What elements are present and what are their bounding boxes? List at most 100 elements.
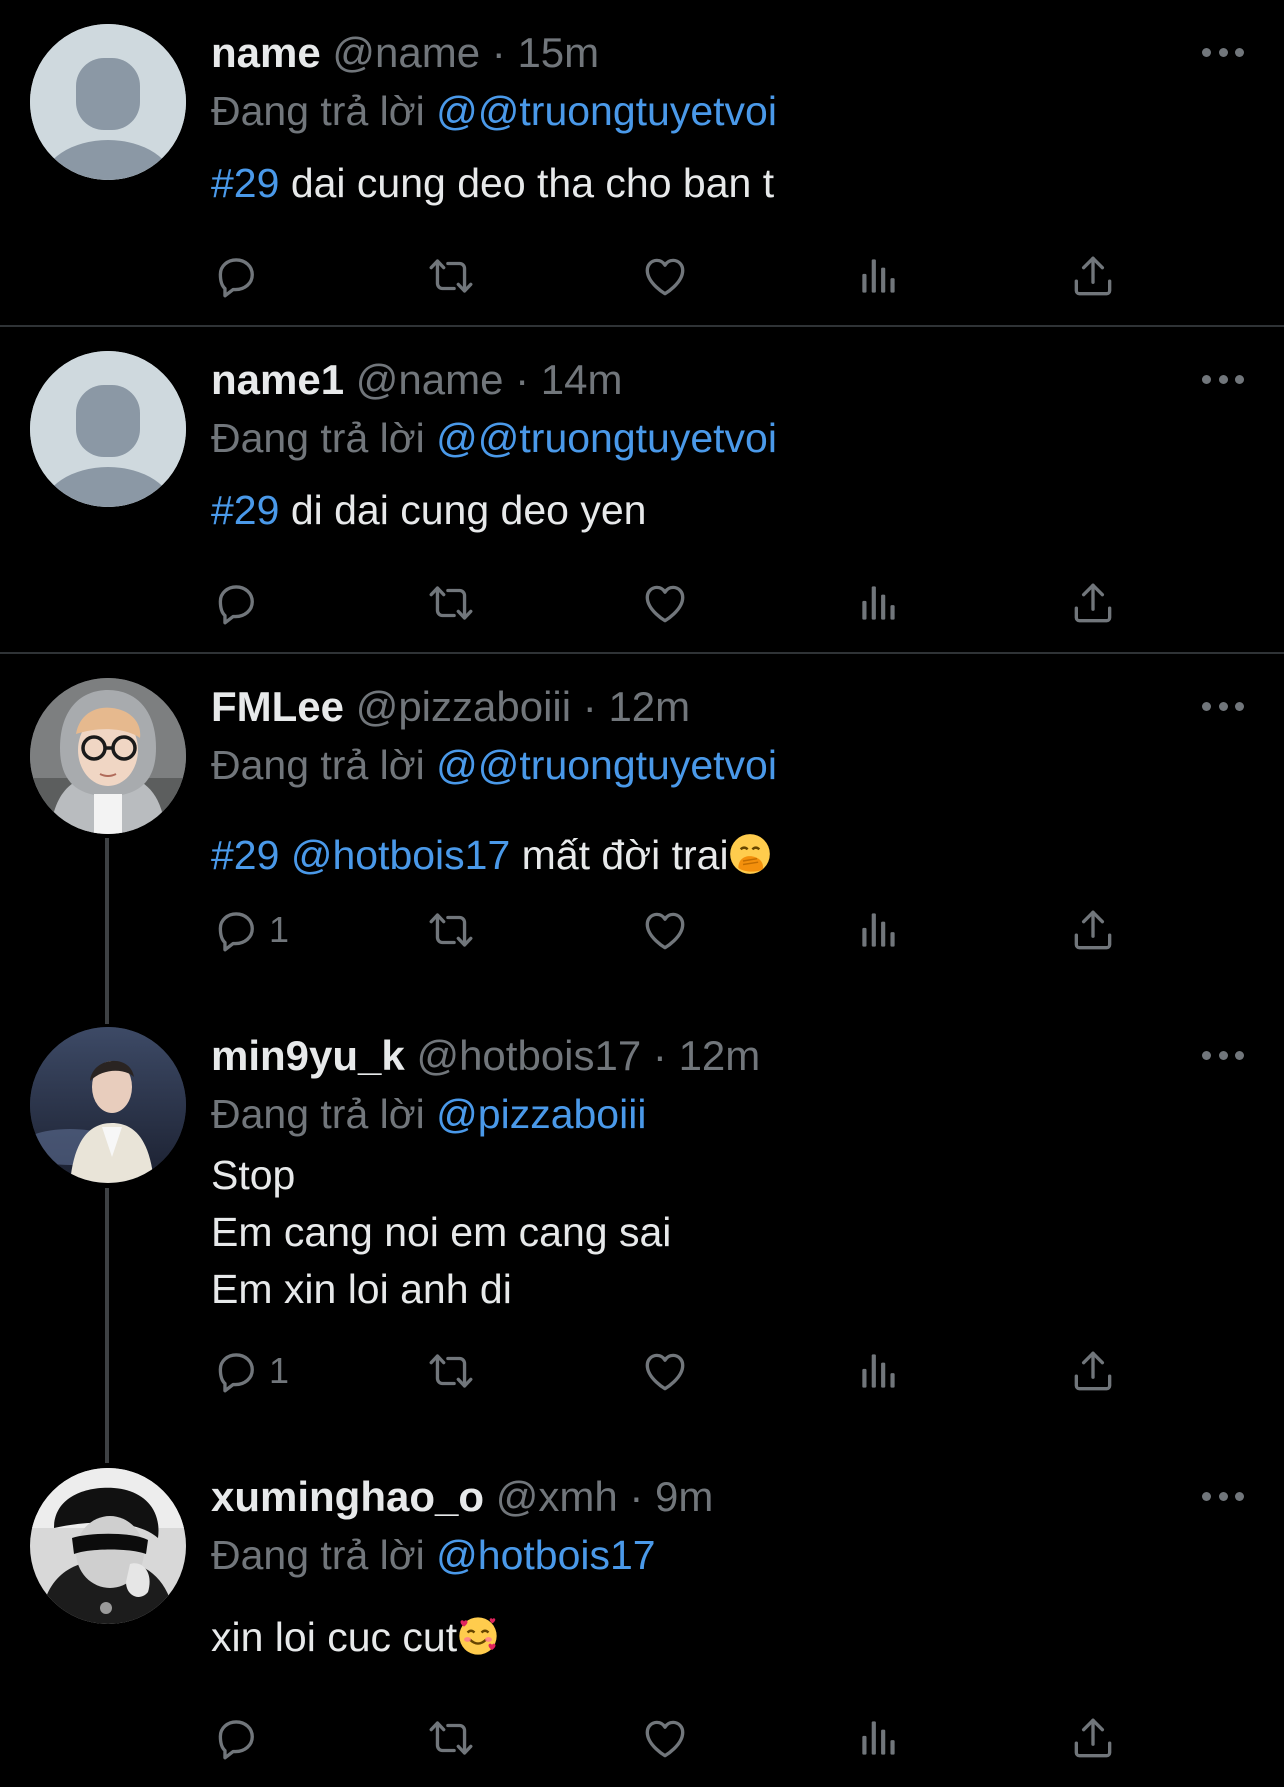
replying-to-mention[interactable]: @@truongtuyetvoi — [436, 742, 777, 788]
replying-to: Đang trả lời @hotbois17 — [211, 1527, 1244, 1583]
reply-button[interactable]: 1 — [211, 1341, 289, 1401]
display-name[interactable]: FMLee — [211, 683, 344, 730]
hashtag-link[interactable]: #29 — [211, 487, 279, 533]
avatar[interactable] — [30, 24, 186, 180]
retweet-icon — [426, 1346, 476, 1396]
reply-button[interactable] — [211, 573, 261, 633]
user-handle[interactable]: @xmh — [496, 1473, 618, 1520]
like-button[interactable] — [640, 1708, 690, 1768]
reply-button[interactable] — [211, 1708, 261, 1768]
replying-to-mention[interactable]: @hotbois17 — [436, 1532, 655, 1578]
timestamp[interactable]: 15m — [517, 29, 599, 76]
views-button[interactable] — [854, 1341, 904, 1401]
share-button[interactable] — [1068, 900, 1118, 960]
replying-to: Đang trả lời @@truongtuyetvoi — [211, 83, 1244, 139]
like-icon — [640, 251, 690, 301]
hand-over-mouth-emoji — [729, 834, 770, 874]
reply-icon — [211, 578, 261, 628]
retweet-icon — [426, 251, 476, 301]
retweet-icon — [426, 1713, 476, 1763]
tweet-header: min9yu_k @hotbois17 · 12m — [211, 1029, 1244, 1083]
retweet-button[interactable] — [426, 900, 476, 960]
timestamp[interactable]: 12m — [608, 683, 690, 730]
views-icon — [854, 578, 904, 628]
replying-to: Đang trả lời @@truongtuyetvoi — [211, 410, 1244, 466]
replying-to-label: Đang trả lời — [211, 1091, 425, 1137]
display-name[interactable]: min9yu_k — [211, 1032, 405, 1079]
views-button[interactable] — [854, 573, 904, 633]
share-icon — [1068, 1346, 1118, 1396]
like-button[interactable] — [640, 573, 690, 633]
timestamp[interactable]: 12m — [679, 1032, 761, 1079]
views-button[interactable] — [854, 900, 904, 960]
retweet-icon — [426, 578, 476, 628]
tweet-actions — [211, 246, 1131, 306]
hashtag-link[interactable]: #29 — [211, 160, 279, 206]
like-icon — [640, 1346, 690, 1396]
avatar[interactable] — [30, 351, 186, 507]
reply-icon — [211, 905, 261, 955]
tweet-text-line: Stop — [211, 1152, 296, 1198]
retweet-button[interactable] — [426, 573, 476, 633]
share-icon — [1068, 251, 1118, 301]
more-icon[interactable] — [1202, 369, 1244, 389]
reply-icon — [211, 1713, 261, 1763]
replying-to-mention[interactable]: @@truongtuyetvoi — [436, 415, 777, 461]
views-button[interactable] — [854, 1708, 904, 1768]
tweet-text: Stop Em cang noi em cang sai Em xin loi … — [211, 1147, 1244, 1318]
replying-to-label: Đang trả lời — [211, 742, 425, 788]
avatar[interactable] — [30, 1027, 186, 1183]
replying-to-mention[interactable]: @@truongtuyetvoi — [436, 88, 777, 134]
tweet[interactable]: FMLee @pizzaboiii · 12m Đang trả lời @@t… — [0, 654, 1284, 1024]
share-button[interactable] — [1068, 1708, 1118, 1768]
display-name[interactable]: name1 — [211, 356, 344, 403]
default-avatar-icon — [30, 24, 186, 180]
tweet[interactable]: min9yu_k @hotbois17 · 12m Đang trả lời @… — [0, 1003, 1284, 1443]
tweet[interactable]: name @name · 15m Đang trả lời @@truongtu… — [0, 0, 1284, 326]
tweet[interactable]: name1 @name · 14m Đang trả lời @@truongt… — [0, 327, 1284, 653]
avatar[interactable] — [30, 678, 186, 834]
tweet-actions — [211, 573, 1131, 633]
retweet-button[interactable] — [426, 246, 476, 306]
share-button[interactable] — [1068, 573, 1118, 633]
views-icon — [854, 251, 904, 301]
timestamp[interactable]: 9m — [655, 1473, 713, 1520]
tweet-body: xin loi cuc cut — [211, 1614, 458, 1660]
display-name[interactable]: xuminghao_o — [211, 1473, 484, 1520]
user-handle[interactable]: @name — [332, 29, 480, 76]
reply-button[interactable] — [211, 246, 261, 306]
share-icon — [1068, 1713, 1118, 1763]
tweet-text: xin loi cuc cut — [211, 1609, 1244, 1666]
more-icon[interactable] — [1202, 42, 1244, 62]
display-name[interactable]: name — [211, 29, 321, 76]
retweet-button[interactable] — [426, 1341, 476, 1401]
more-icon[interactable] — [1202, 1486, 1244, 1506]
tweet-actions: 1 — [211, 1341, 1131, 1401]
timestamp[interactable]: 14m — [541, 356, 623, 403]
reply-count: 1 — [269, 1350, 290, 1391]
views-button[interactable] — [854, 246, 904, 306]
retweet-button[interactable] — [426, 1708, 476, 1768]
mention-link[interactable]: @hotbois17 — [291, 832, 510, 878]
tweet-actions — [211, 1708, 1131, 1768]
like-button[interactable] — [640, 246, 690, 306]
replying-to-label: Đang trả lời — [211, 1532, 425, 1578]
replying-to: Đang trả lời @pizzaboiii — [211, 1086, 1244, 1142]
share-icon — [1068, 578, 1118, 628]
share-button[interactable] — [1068, 246, 1118, 306]
user-handle[interactable]: @name — [356, 356, 504, 403]
share-icon — [1068, 905, 1118, 955]
user-handle[interactable]: @hotbois17 — [416, 1032, 641, 1079]
like-button[interactable] — [640, 900, 690, 960]
avatar[interactable] — [30, 1468, 186, 1624]
more-icon[interactable] — [1202, 696, 1244, 716]
views-icon — [854, 1713, 904, 1763]
tweet[interactable]: xuminghao_o @xmh · 9m Đang trả lời @hotb… — [0, 1444, 1284, 1787]
like-button[interactable] — [640, 1341, 690, 1401]
user-handle[interactable]: @pizzaboiii — [356, 683, 571, 730]
replying-to-mention[interactable]: @pizzaboiii — [436, 1091, 646, 1137]
share-button[interactable] — [1068, 1341, 1118, 1401]
more-icon[interactable] — [1202, 1045, 1244, 1065]
reply-button[interactable]: 1 — [211, 900, 289, 960]
hashtag-link[interactable]: #29 — [211, 832, 279, 878]
